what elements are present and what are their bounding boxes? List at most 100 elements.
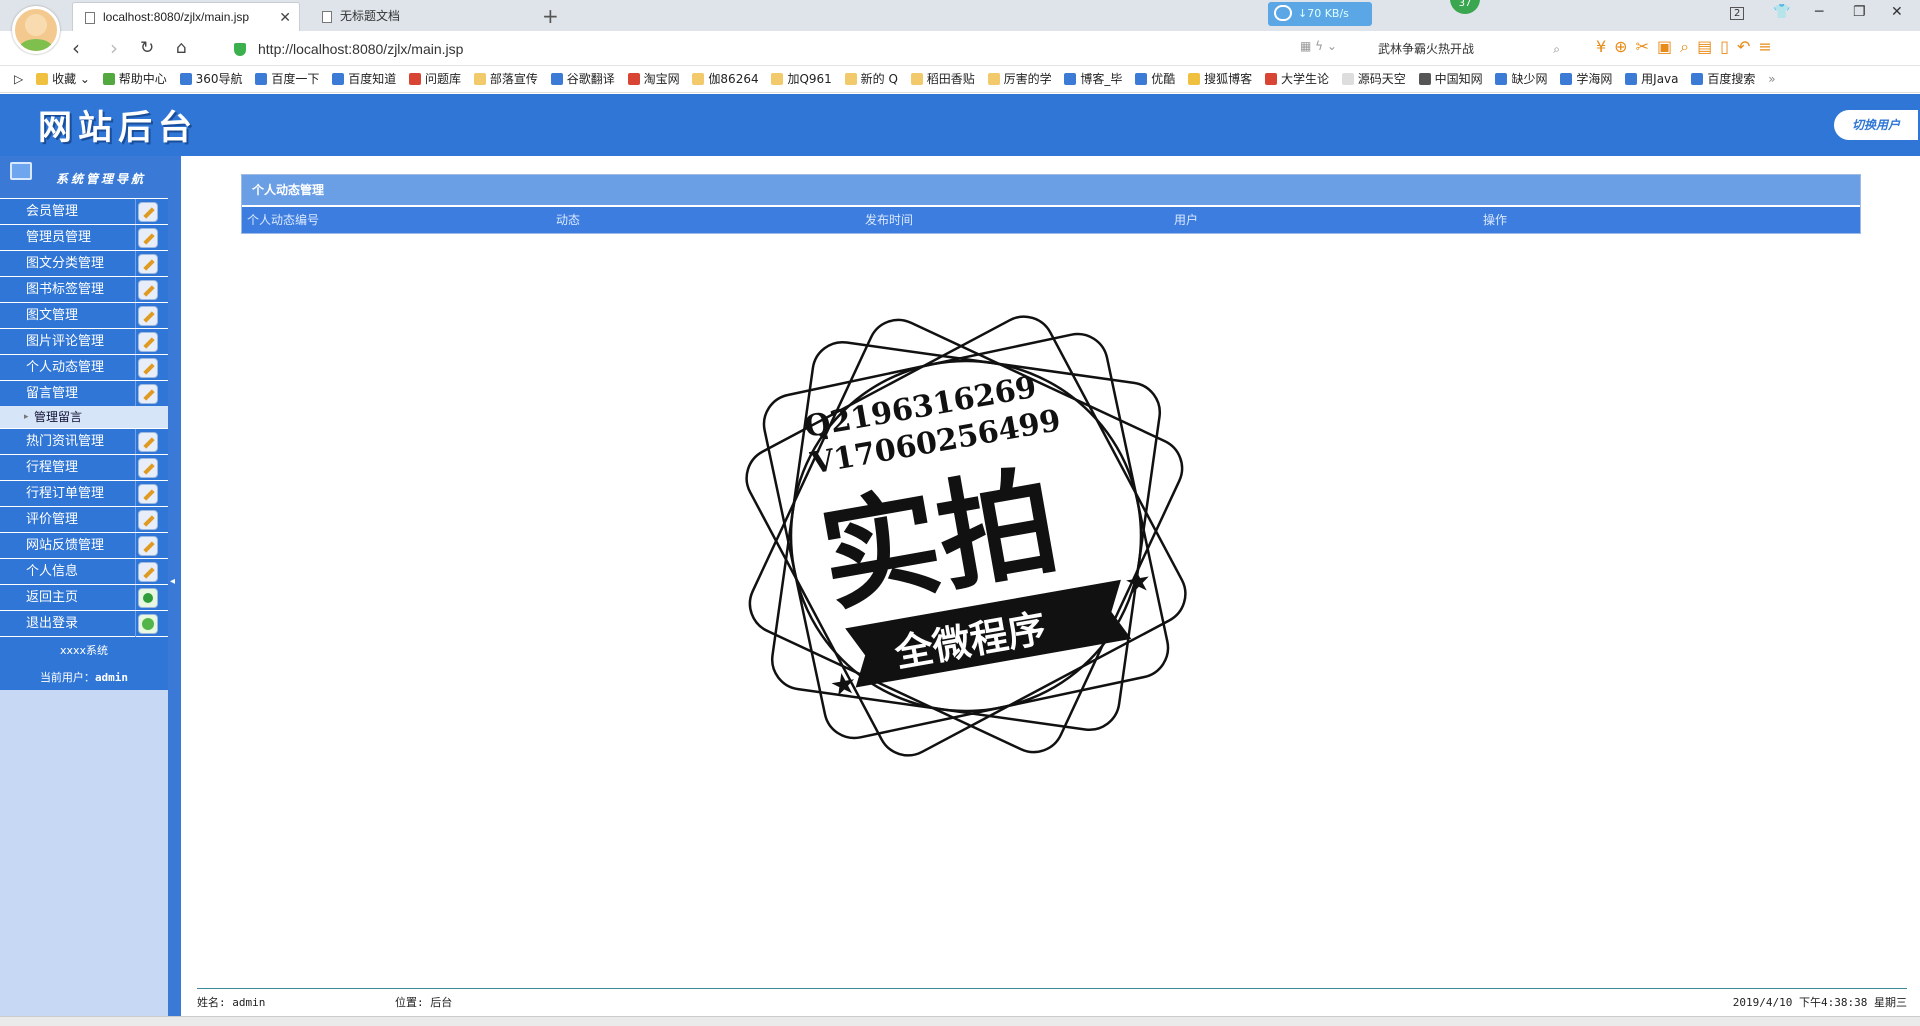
monitor-icon bbox=[10, 162, 32, 180]
bookmark-item[interactable]: 部落宣传 bbox=[471, 66, 544, 92]
star-icon: ★ bbox=[1122, 563, 1155, 602]
home-arrow-icon bbox=[138, 588, 158, 608]
help-icon bbox=[102, 73, 115, 85]
document-icon bbox=[322, 11, 332, 23]
bookmark-item[interactable]: 帮助中心 bbox=[100, 66, 173, 92]
extension-icons[interactable]: ¥⊕✂▣⌕▤▯↶≡ bbox=[1596, 37, 1780, 57]
forward-icon[interactable]: › bbox=[110, 36, 118, 60]
bookmark-item[interactable]: 源码天空 bbox=[1339, 66, 1412, 92]
system-name: xxxx系统 bbox=[59, 644, 109, 657]
bookmark-item[interactable]: 缺少网 bbox=[1492, 66, 1553, 92]
bookmark-item[interactable]: 百度知道 bbox=[329, 66, 402, 92]
sidebar-item-personal-updates[interactable]: 个人动态管理 bbox=[0, 354, 168, 381]
edit-icon bbox=[138, 332, 158, 352]
blog-icon bbox=[1064, 73, 1077, 85]
sidebar-item-personal-info[interactable]: 个人信息 bbox=[0, 558, 168, 585]
search-box[interactable]: 武林争霸火热开战 ⌕ bbox=[1378, 36, 1568, 62]
bookmark-item[interactable]: 优酷 bbox=[1132, 66, 1181, 92]
status-user: 姓名: admin bbox=[197, 996, 266, 1009]
edit-icon bbox=[138, 384, 158, 404]
back-icon[interactable]: ‹ bbox=[72, 36, 80, 60]
sidebar-item-back-home[interactable]: 返回主页 bbox=[0, 584, 168, 611]
close-tab-icon[interactable]: ✕ bbox=[279, 3, 291, 32]
sidebar-collapse-handle[interactable] bbox=[168, 156, 181, 1016]
document-icon bbox=[85, 12, 95, 24]
column-header: 个人动态编号 bbox=[247, 213, 320, 227]
bookmark-item[interactable]: 360导航 bbox=[177, 66, 249, 92]
minimize-icon[interactable]: ─ bbox=[1815, 4, 1823, 20]
sidebar-item-trips[interactable]: 行程管理 bbox=[0, 454, 168, 481]
bookmark-item[interactable]: 厉害的学 bbox=[985, 66, 1058, 92]
window-counter[interactable]: 2 bbox=[1730, 7, 1745, 20]
sidebar-item-messages[interactable]: 留言管理 bbox=[0, 380, 168, 407]
status-location: 位置: 后台 bbox=[395, 996, 453, 1009]
sidebar-header: 系统管理导航 bbox=[0, 156, 168, 198]
bookmark-item[interactable]: 搜狐博客 bbox=[1185, 66, 1258, 92]
bookmark-item[interactable]: 问题库 bbox=[406, 66, 467, 92]
sidebar-item-image-comments[interactable]: 图片评论管理 bbox=[0, 328, 168, 355]
sidebar-item-feedback[interactable]: 网站反馈管理 bbox=[0, 532, 168, 559]
tab-main-jsp[interactable]: localhost:8080/zjlx/main.jsp ✕ bbox=[72, 2, 300, 31]
sidebar-item-hot-news[interactable]: 热门资讯管理 bbox=[0, 428, 168, 455]
bookmarks-toggle-icon[interactable]: ▷ bbox=[0, 66, 29, 92]
sail-icon bbox=[1560, 73, 1573, 85]
bookmark-item[interactable]: 伽86264 bbox=[689, 66, 764, 92]
sidebar-item-reviews[interactable]: 评价管理 bbox=[0, 506, 168, 533]
sidebar-subitem-manage-messages[interactable]: 管理留言 bbox=[0, 406, 168, 428]
new-tab-button[interactable]: + bbox=[542, 2, 559, 30]
column-header: 动态 bbox=[556, 213, 581, 227]
notification-badge[interactable]: 37 bbox=[1450, 0, 1480, 14]
status-datetime: 2019/4/10 下午4:38:38 星期三 bbox=[1732, 996, 1907, 1009]
home-icon[interactable]: ⌂ bbox=[176, 38, 187, 58]
sidebar-footer: xxxx系统 当前用户：admin bbox=[0, 636, 168, 690]
tab-untitled[interactable]: 无标题文档 bbox=[310, 2, 532, 31]
edit-icon bbox=[138, 536, 158, 556]
bookmark-item[interactable]: 用Java bbox=[1622, 66, 1684, 92]
user-avatar[interactable] bbox=[12, 6, 60, 54]
shirt-icon[interactable]: 👕 bbox=[1773, 4, 1790, 20]
exit-icon bbox=[138, 614, 158, 634]
status-bar: 姓名: admin 位置: 后台 2019/4/10 下午4:38:38 星期三 bbox=[197, 994, 1907, 1012]
search-text: 武林争霸火热开战 bbox=[1378, 42, 1475, 56]
bookmark-item[interactable]: 稻田香贴 bbox=[908, 66, 981, 92]
bookmark-item[interactable]: 收藏 ⌄ bbox=[33, 66, 96, 92]
sidebar-item-admins[interactable]: 管理员管理 bbox=[0, 224, 168, 251]
address-tools-icon[interactable]: ▦ ϟ ⌄ bbox=[1300, 39, 1337, 53]
doc-icon bbox=[1341, 73, 1354, 85]
sidebar-item-members[interactable]: 会员管理 bbox=[0, 198, 168, 225]
j-icon bbox=[1625, 73, 1638, 85]
search-icon[interactable]: ⌕ bbox=[1553, 36, 1560, 62]
sidebar-item-book-tags[interactable]: 图书标签管理 bbox=[0, 276, 168, 303]
sidebar: 系统管理导航 会员管理 管理员管理 图文分类管理 图书标签管理 图文管理 图片评… bbox=[0, 156, 168, 1016]
reload-icon[interactable]: ↻ bbox=[140, 38, 154, 58]
folder-icon bbox=[473, 73, 486, 85]
main-content: 个人动态管理 个人动态编号 动态 发布时间 用户 操作 Q2196316269 … bbox=[181, 156, 1920, 1016]
bookmark-item[interactable]: 百度一下 bbox=[252, 66, 325, 92]
panel-title: 个人动态管理 bbox=[242, 175, 1860, 205]
edit-icon bbox=[138, 562, 158, 582]
restore-icon[interactable]: ❐ bbox=[1853, 4, 1866, 20]
bookmark-item[interactable]: 新的 Q bbox=[842, 66, 904, 92]
cnki-icon bbox=[1418, 73, 1431, 85]
site-banner: 网站后台 切换用户 bbox=[0, 94, 1920, 156]
folder-icon bbox=[692, 73, 705, 85]
bookmark-item[interactable]: 淘宝网 bbox=[625, 66, 686, 92]
close-window-icon[interactable]: ✕ bbox=[1891, 4, 1903, 20]
bookmark-item[interactable]: 谷歌翻译 bbox=[548, 66, 621, 92]
folder-icon bbox=[844, 73, 857, 85]
sidebar-item-trip-orders[interactable]: 行程订单管理 bbox=[0, 480, 168, 507]
bookmark-item[interactable]: 中国知网 bbox=[1416, 66, 1489, 92]
table-header: 个人动态编号 动态 发布时间 用户 操作 bbox=[242, 207, 1860, 233]
address-bar[interactable]: http://localhost:8080/zjlx/main.jsp bbox=[230, 36, 1345, 62]
sidebar-item-categories[interactable]: 图文分类管理 bbox=[0, 250, 168, 277]
bookmark-item[interactable]: 学海网 bbox=[1557, 66, 1618, 92]
bookmark-item[interactable]: 博客_毕 bbox=[1061, 66, 1128, 92]
switch-user-button[interactable]: 切换用户 bbox=[1834, 110, 1918, 140]
folder-icon bbox=[910, 73, 923, 85]
more-bookmarks-icon[interactable]: » bbox=[1765, 66, 1781, 92]
bookmark-item[interactable]: 加Q961 bbox=[768, 66, 837, 92]
bookmark-item[interactable]: 百度搜索 bbox=[1688, 66, 1761, 92]
sidebar-item-posts[interactable]: 图文管理 bbox=[0, 302, 168, 329]
bookmark-item[interactable]: 大学生论 bbox=[1262, 66, 1335, 92]
sidebar-item-logout[interactable]: 退出登录 bbox=[0, 610, 168, 637]
